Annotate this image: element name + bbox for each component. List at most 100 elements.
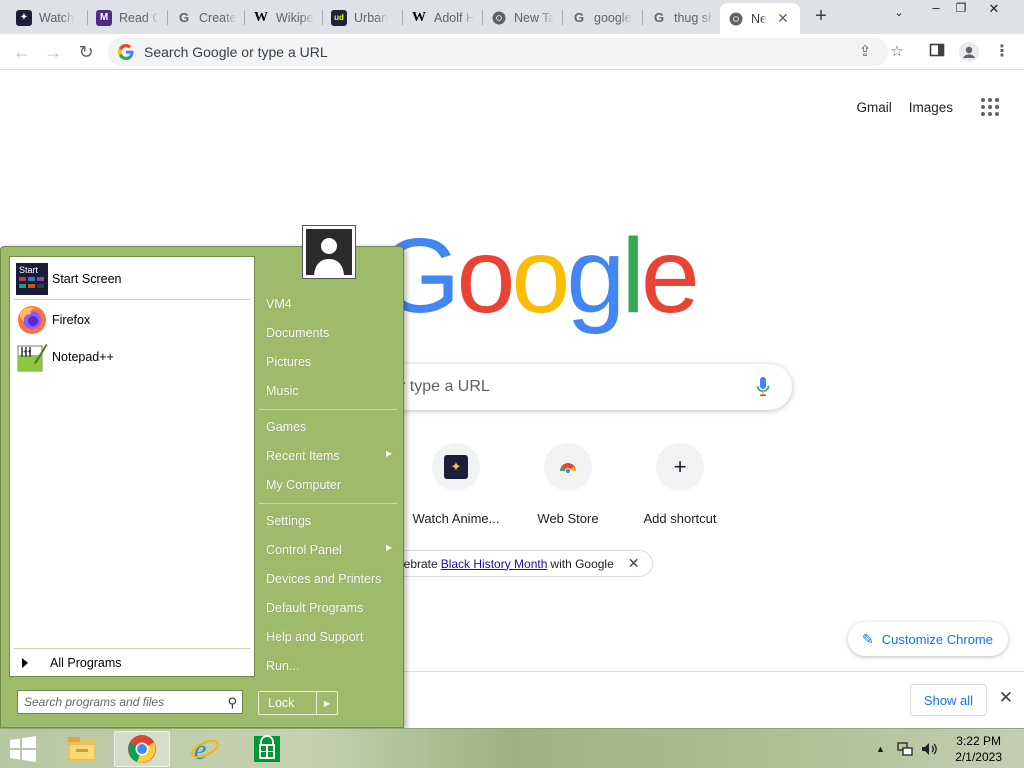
start-menu-programs-pane: Start Start Screen Firefox ++ Notepad++ …	[9, 256, 255, 677]
start-link-pictures[interactable]: Pictures	[266, 355, 311, 369]
file-explorer-icon	[68, 737, 96, 761]
add-shortcut[interactable]: + Add shortcut	[624, 443, 736, 526]
restore-button[interactable]: ❐	[946, 1, 976, 15]
tab-wikipedia[interactable]: W Wikipe	[245, 5, 323, 30]
tab-urban[interactable]: ud Urban	[323, 5, 403, 30]
shortcut-web-store[interactable]: Web Store	[512, 443, 624, 526]
taskbar-store[interactable]	[239, 731, 295, 767]
taskbar-chrome[interactable]	[114, 731, 170, 767]
browser-toolbar: ← → ↻ ⇪ ☆ ⋮	[0, 34, 1024, 70]
start-menu: Start Start Screen Firefox ++ Notepad++ …	[0, 225, 404, 728]
black-history-month-link[interactable]: Black History Month	[441, 557, 548, 571]
google-icon: G	[178, 10, 190, 25]
search-icon[interactable]: ⚲	[227, 695, 237, 711]
user-silhouette-icon	[306, 229, 352, 275]
chrome-icon	[728, 11, 744, 27]
show-all-downloads-button[interactable]: Show all	[910, 684, 987, 716]
chrome-icon	[491, 10, 507, 26]
start-link-vm4[interactable]: VM4	[266, 297, 292, 311]
google-apps-icon[interactable]	[978, 95, 1002, 119]
google-icon: G	[653, 10, 665, 25]
taskbar-internet-explorer[interactable]: e	[177, 731, 233, 767]
manga-icon: M	[96, 9, 112, 26]
tab-adolf[interactable]: W Adolf H	[403, 5, 483, 30]
svg-text:++: ++	[23, 349, 31, 356]
start-button-windows-icon[interactable]	[8, 736, 38, 762]
volume-icon[interactable]	[921, 729, 939, 768]
google-logo: Google	[378, 217, 700, 335]
lock-button[interactable]: Lock ▶	[258, 691, 338, 715]
anime-icon: ✦	[16, 9, 32, 26]
start-link-run[interactable]: Run...	[266, 659, 299, 673]
start-link-music[interactable]: Music	[266, 384, 299, 398]
pencil-icon: ✎	[862, 630, 874, 647]
close-icon[interactable]: ✕	[777, 10, 789, 27]
tab-thug[interactable]: G thug sh	[643, 5, 720, 30]
tab-active-new-tab[interactable]: Ne ✕	[720, 3, 800, 34]
start-link-devices-printers[interactable]: Devices and Printers	[266, 572, 381, 586]
omnibox-input[interactable]	[144, 44, 784, 60]
omnibox[interactable]: ⇪ ☆	[108, 38, 904, 66]
start-item-firefox[interactable]: Firefox	[16, 304, 90, 336]
tab-read[interactable]: M Read C	[88, 5, 168, 30]
start-link-control-panel[interactable]: Control Panel ▶	[266, 543, 396, 557]
close-window-button[interactable]: ✕	[979, 1, 1009, 17]
chrome-icon	[128, 735, 156, 763]
start-link-settings[interactable]: Settings	[266, 514, 311, 528]
show-hidden-icons-arrow-icon[interactable]: ▲	[876, 729, 885, 768]
back-arrow-icon[interactable]: ←	[10, 40, 34, 64]
google-g-icon	[118, 44, 134, 60]
start-link-default-programs[interactable]: Default Programs	[266, 601, 363, 615]
close-icon[interactable]: ✕	[628, 555, 640, 572]
taskbar-clock[interactable]: 3:22 PM 2/1/2023	[955, 733, 1002, 765]
start-screen-icon: Start	[16, 263, 48, 295]
tab-strip: ✦ Watch M Read C G Create W Wikipe ud Ur…	[0, 0, 1024, 34]
bookmark-star-icon[interactable]: ☆	[888, 43, 906, 61]
new-tab-button[interactable]: +	[810, 6, 832, 28]
images-link[interactable]: Images	[909, 100, 953, 115]
start-search-input[interactable]	[24, 695, 214, 709]
store-icon	[254, 735, 280, 762]
start-link-recent-items[interactable]: Recent Items ▶	[266, 449, 396, 463]
start-link-my-computer[interactable]: My Computer	[266, 478, 341, 492]
submenu-arrow-icon: ▶	[386, 543, 393, 552]
shortcut-watch-anime[interactable]: ✦ Watch Anime...	[400, 443, 512, 526]
svg-text:e: e	[194, 735, 206, 764]
anime-icon: ✦	[444, 455, 468, 479]
microphone-icon[interactable]	[756, 377, 770, 397]
tab-new-tab[interactable]: New Ta	[483, 5, 563, 30]
start-item-notepadpp[interactable]: ++ Notepad++	[16, 341, 114, 373]
reload-icon[interactable]: ↻	[74, 40, 98, 64]
customize-chrome-button[interactable]: ✎ Customize Chrome	[848, 622, 1008, 656]
plus-icon: +	[673, 454, 687, 479]
close-icon[interactable]: ✕	[999, 688, 1013, 708]
gmail-link[interactable]: Gmail	[856, 100, 891, 115]
user-account-picture[interactable]	[302, 225, 356, 279]
start-link-games[interactable]: Games	[266, 420, 306, 434]
svg-text:Start: Start	[19, 265, 39, 275]
share-icon[interactable]: ⇪	[856, 43, 874, 61]
tab-watch[interactable]: ✦ Watch	[8, 5, 88, 30]
network-icon[interactable]	[897, 729, 913, 768]
urban-dictionary-icon: ud	[331, 9, 347, 26]
side-panel-icon[interactable]	[927, 42, 947, 62]
tab-create[interactable]: G Create	[168, 5, 245, 30]
google-icon: G	[573, 10, 585, 25]
all-programs-button[interactable]: All Programs	[22, 656, 122, 670]
power-options-arrow-icon[interactable]: ▶	[317, 699, 337, 708]
tab-search-chevron-icon[interactable]: ⌄	[884, 6, 914, 19]
taskbar-file-explorer[interactable]	[54, 731, 110, 767]
profile-avatar-icon[interactable]	[959, 42, 979, 62]
clock-date: 2/1/2023	[955, 750, 1002, 764]
submenu-arrow-icon: ▶	[386, 449, 393, 458]
clock-time: 3:22 PM	[956, 734, 1001, 748]
internet-explorer-icon: e	[191, 735, 219, 764]
start-search-box[interactable]: ⚲	[17, 690, 243, 714]
kebab-menu-icon[interactable]: ⋮	[992, 42, 1012, 62]
wikipedia-icon: W	[412, 9, 426, 25]
tab-google[interactable]: G google	[563, 5, 643, 30]
start-link-documents[interactable]: Documents	[266, 326, 329, 340]
start-item-start-screen[interactable]: Start Start Screen	[16, 263, 121, 295]
start-link-help-support[interactable]: Help and Support	[266, 630, 363, 644]
forward-arrow-icon[interactable]: →	[41, 40, 65, 64]
